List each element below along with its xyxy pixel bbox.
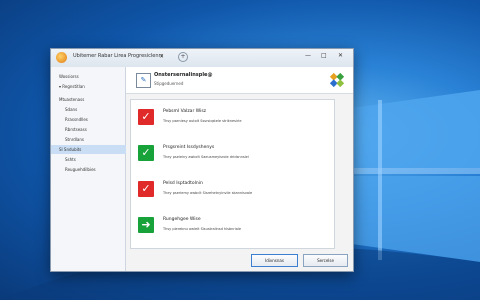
new-tab-button[interactable]: + [178, 52, 188, 62]
window-title: Ubitemer Rabar Lirea Progresiclenrs [73, 53, 164, 59]
check-icon: ✓ [138, 181, 154, 197]
check-icon: ✓ [138, 109, 154, 125]
list-item[interactable]: ✓ Pelsd Isptadtolnin They pseriemy awbcl… [131, 174, 334, 210]
main-content: ✎ Onstersernalinsple@ Stipgeduerned ✓ Pe… [126, 67, 353, 271]
title-bar: Ubitemer Rabar Lirea Progresiclenrs × + … [51, 49, 353, 68]
item-description: They pseieiny awbclt Saeusmeyisrole drid… [163, 155, 249, 159]
header-edit-icon: ✎ [136, 73, 151, 88]
item-title: Prsgsreint Issdyshenys [163, 145, 215, 150]
list-item[interactable]: ✓ Prsgsreint Issdyshenys They pseieiny a… [131, 138, 334, 174]
list-item[interactable]: ✓ Pebsml Valzar Wisz Thsy pseniesy autol… [131, 102, 334, 138]
results-panel: ✓ Pebsml Valzar Wisz Thsy pseniesy autol… [130, 99, 335, 249]
item-description: Thsy pseniesy autolt Sssrsiqstele strikn… [163, 119, 242, 123]
sidebar-item-0[interactable]: Wossiorss [51, 72, 133, 81]
tab-close-icon[interactable]: × [159, 53, 164, 60]
primary-button[interactable]: Idivnsnas [251, 254, 298, 267]
maximize-button[interactable]: □ [321, 52, 327, 59]
secondary-button[interactable]: Sercelse [303, 254, 348, 267]
arrow-icon: ➜ [138, 217, 154, 233]
sidebar-item-7[interactable]: Sl Sndubits [51, 145, 133, 154]
item-title: Pebsml Valzar Wisz [163, 109, 207, 114]
sidebar-item-2[interactable]: Mtuastenass [51, 95, 133, 104]
item-title: Rungehgee Wise [163, 217, 201, 222]
content-header: ✎ Onstersernalinsple@ Stipgeduerned [126, 67, 353, 94]
check-icon: ✓ [138, 145, 154, 161]
page-title: Onstersernalinsple@ [154, 72, 213, 78]
item-description: They pseriemy awbclt Sisrehetnyinvile sk… [163, 191, 253, 195]
item-description: Thsy pierebnu owlelt Sisustralinsd hlsbn… [163, 227, 242, 231]
app-icon [56, 52, 67, 63]
sidebar: Wossiorss ▾ Regnstitlan Mtuastenass Sdan… [51, 67, 133, 271]
list-item[interactable]: ➜ Rungehgee Wise Thsy pierebnu owlelt Si… [131, 210, 334, 246]
brand-logo-icon [330, 73, 344, 87]
sidebar-item-1[interactable]: ▾ Regnstitlan [51, 82, 133, 91]
item-title: Pelsd Isptadtolnin [163, 181, 203, 186]
close-button[interactable]: ✕ [338, 52, 343, 59]
page-subtitle: Stipgeduerned [154, 81, 184, 86]
minimize-button[interactable]: — [305, 52, 311, 59]
app-window: Ubitemer Rabar Lirea Progresiclenrs × + … [50, 48, 354, 272]
